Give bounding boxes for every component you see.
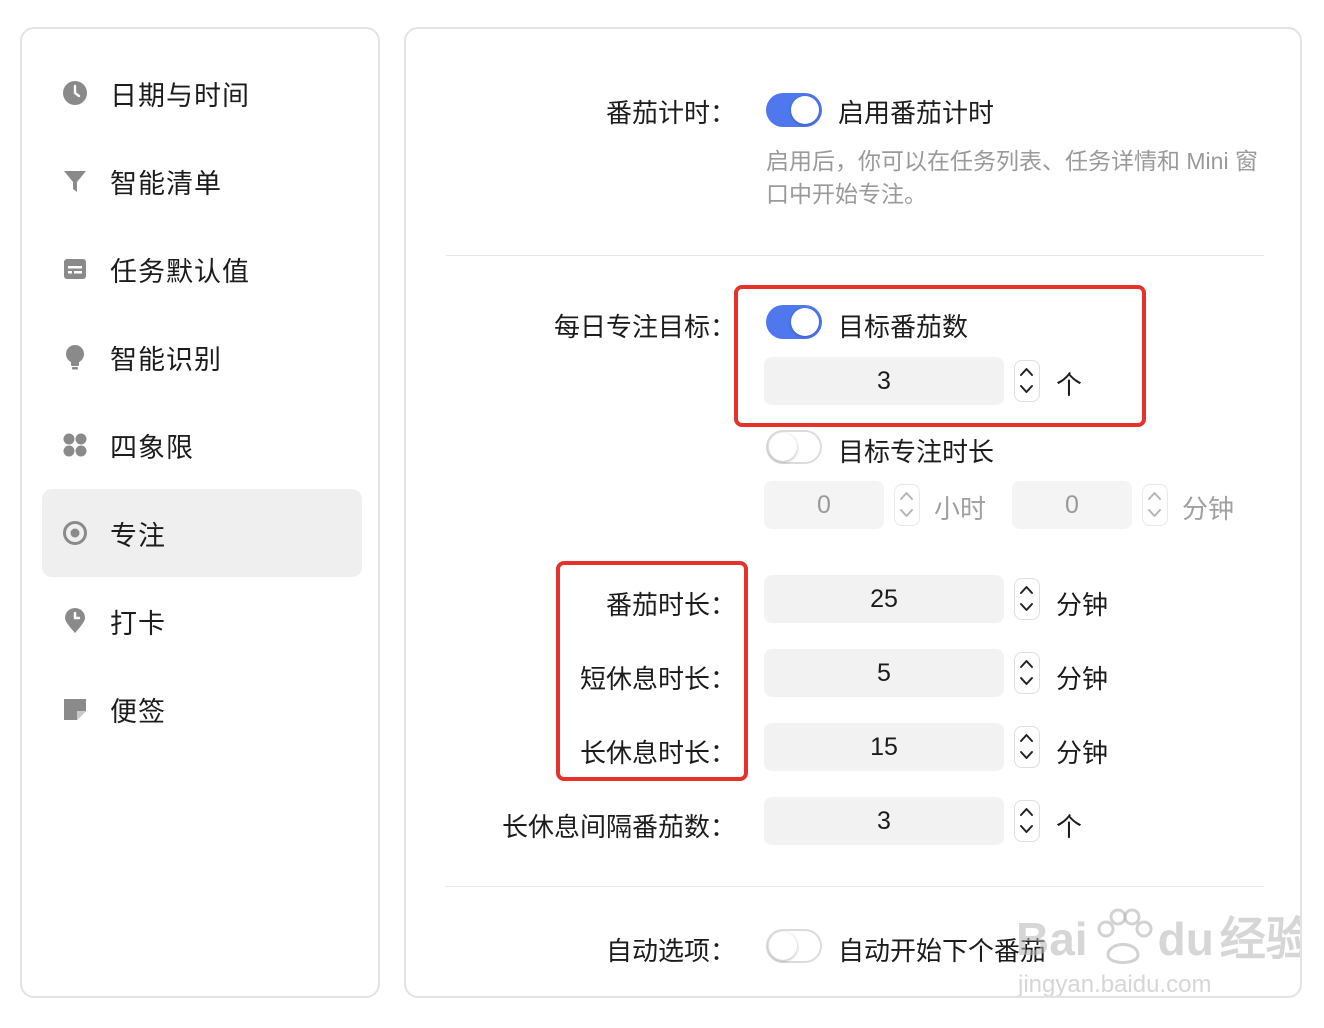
- watermark-brand: Bai du经验: [1016, 903, 1300, 969]
- divider: [446, 255, 1264, 256]
- time-goal-minutes-unit: 分钟: [1182, 494, 1235, 524]
- pin-check-icon: [62, 608, 88, 634]
- watermark-url: jingyan.baidu.com: [1018, 971, 1212, 998]
- time-goal-hours-stepper[interactable]: [894, 484, 920, 526]
- long-break-interval-label: 长休息间隔番茄数：: [501, 812, 736, 842]
- sticky-note-icon: [62, 696, 88, 722]
- short-break-label: 短休息时长：: [579, 664, 736, 694]
- chevron-up-down-icon: [1020, 808, 1033, 833]
- time-goal-toggle[interactable]: [766, 430, 822, 464]
- toggle-knob: [791, 308, 819, 336]
- toggle-knob: [769, 433, 797, 461]
- long-break-interval-unit: 个: [1056, 812, 1083, 842]
- chevron-up-down-icon: [1020, 660, 1033, 685]
- sidebar-item-focus[interactable]: 专注: [42, 489, 362, 577]
- pomo-goal-toggle[interactable]: [766, 305, 822, 339]
- long-break-interval-stepper[interactable]: [1014, 800, 1040, 842]
- sidebar-item-label: 日期与时间: [110, 80, 250, 111]
- pomo-duration-input[interactable]: 25: [764, 575, 1004, 623]
- pomo-duration-label: 番茄时长：: [605, 590, 736, 620]
- short-break-input[interactable]: 5: [764, 649, 1004, 697]
- sidebar-item-label: 四象限: [110, 432, 194, 463]
- short-break-unit: 分钟: [1056, 664, 1109, 694]
- lightbulb-icon: [62, 344, 88, 370]
- pomodoro-label: 番茄计时：: [605, 98, 736, 128]
- sidebar-item-task-defaults[interactable]: 任务默认值: [42, 225, 362, 313]
- sidebar-item-label: 智能识别: [110, 344, 222, 375]
- pomodoro-toggle-label: 启用番茄计时: [838, 98, 995, 128]
- pomo-goal-stepper[interactable]: [1014, 360, 1040, 402]
- time-goal-minutes-input[interactable]: 0: [1012, 481, 1132, 529]
- time-goal-hours-input[interactable]: 0: [764, 481, 884, 529]
- toggle-knob: [769, 932, 797, 960]
- long-break-stepper[interactable]: [1014, 726, 1040, 768]
- sidebar-item-label: 打卡: [110, 608, 166, 639]
- pomo-goal-input[interactable]: 3: [764, 357, 1004, 405]
- chevron-up-down-icon: [1148, 492, 1161, 517]
- pomo-duration-stepper[interactable]: [1014, 578, 1040, 620]
- sidebar-item-quadrant[interactable]: 四象限: [42, 401, 362, 489]
- focus-settings-panel: 番茄计时： 启用番茄计时 启用后，你可以在任务列表、任务详情和 Mini 窗口中…: [404, 27, 1302, 998]
- sidebar-item-label: 智能清单: [110, 168, 222, 199]
- auto-options-label: 自动选项：: [605, 936, 736, 966]
- long-break-interval-input[interactable]: 3: [764, 797, 1004, 845]
- sidebar-item-label: 专注: [110, 520, 166, 551]
- sidebar-item-label: 任务默认值: [110, 256, 250, 287]
- pomo-goal-toggle-label: 目标番茄数: [838, 312, 969, 342]
- pomo-duration-unit: 分钟: [1056, 590, 1109, 620]
- daily-goal-label: 每日专注目标：: [553, 312, 736, 342]
- divider: [446, 886, 1264, 887]
- auto-start-toggle[interactable]: [766, 929, 822, 963]
- task-card-icon: [62, 256, 88, 282]
- sidebar-item-habit[interactable]: 打卡: [42, 577, 362, 665]
- time-goal-hours-unit: 小时: [934, 494, 987, 524]
- pomodoro-toggle[interactable]: [766, 93, 822, 127]
- long-break-input[interactable]: 15: [764, 723, 1004, 771]
- paw-logo-icon: [1088, 907, 1158, 969]
- sidebar-item-sticky-note[interactable]: 便签: [42, 665, 362, 753]
- chevron-up-down-icon: [1020, 368, 1033, 393]
- chevron-up-down-icon: [1020, 734, 1033, 759]
- pomo-goal-unit: 个: [1056, 370, 1083, 400]
- chevron-up-down-icon: [1020, 586, 1033, 611]
- grid-quadrant-icon: [62, 432, 88, 458]
- short-break-stepper[interactable]: [1014, 652, 1040, 694]
- filter-icon: [62, 168, 88, 194]
- target-icon: [62, 520, 88, 546]
- auto-start-toggle-label: 自动开始下个番茄: [838, 936, 1047, 966]
- sidebar-item-smart-recognition[interactable]: 智能识别: [42, 313, 362, 401]
- sidebar-item-date-time[interactable]: 日期与时间: [42, 49, 362, 137]
- clock-icon: [62, 80, 88, 106]
- toggle-knob: [791, 96, 819, 124]
- pomodoro-description: 启用后，你可以在任务列表、任务详情和 Mini 窗口中开始专注。: [766, 148, 1258, 207]
- chevron-up-down-icon: [900, 492, 913, 517]
- settings-sidebar: 日期与时间 智能清单 任务默认值 智能识别 四象限 专注 打卡 便签: [20, 27, 380, 998]
- time-goal-toggle-label: 目标专注时长: [838, 437, 995, 467]
- time-goal-minutes-stepper[interactable]: [1142, 484, 1168, 526]
- long-break-unit: 分钟: [1056, 738, 1109, 768]
- long-break-label: 长休息时长：: [579, 738, 736, 768]
- sidebar-item-smart-list[interactable]: 智能清单: [42, 137, 362, 225]
- sidebar-item-label: 便签: [110, 696, 166, 727]
